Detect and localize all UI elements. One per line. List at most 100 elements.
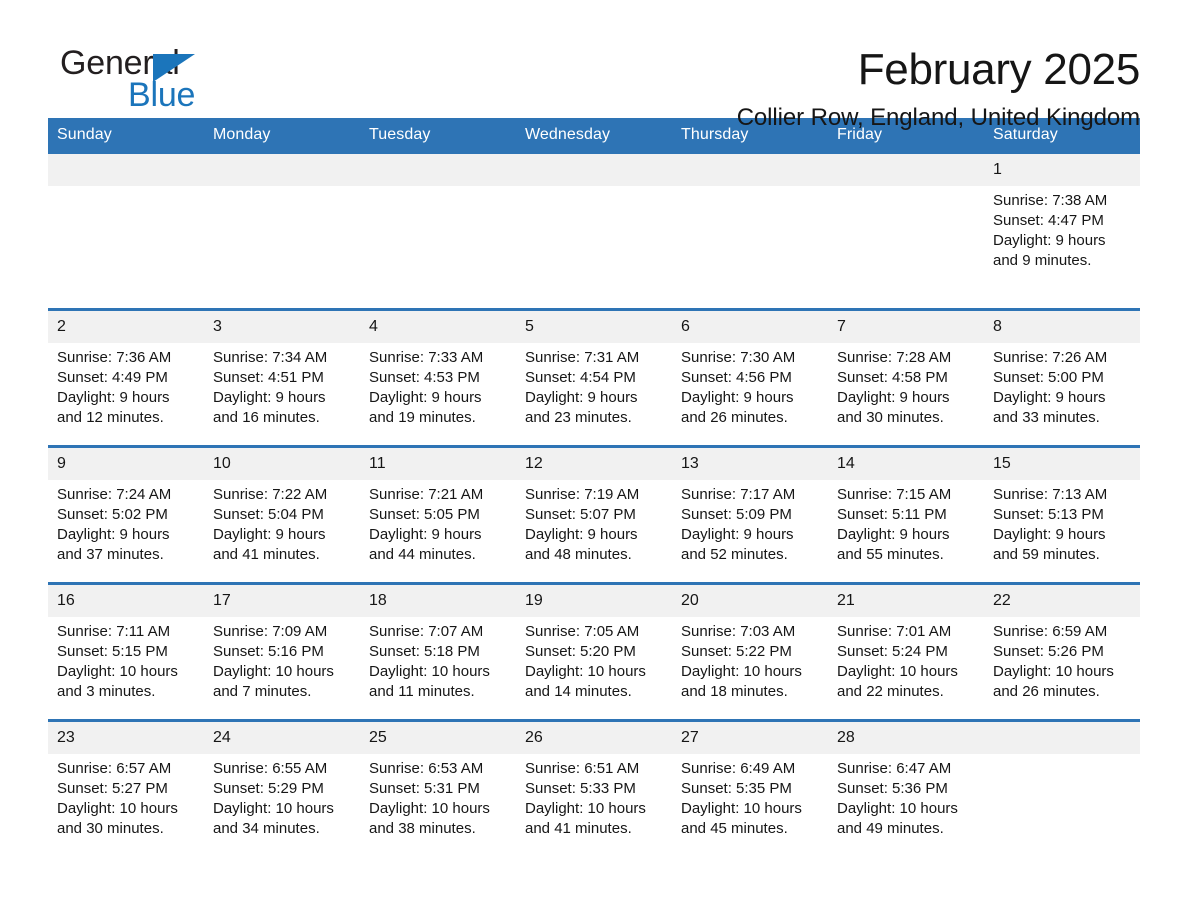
daylight-text-line2: and 18 minutes. [681,683,788,700]
sunset-text: Sunset: 5:13 PM [993,506,1104,523]
daylight-info: Sunrise: 7:15 AM Sunset: 5:11 PM Daylight:… [828,480,984,565]
day-number: 25 [360,722,516,754]
daylight-text-line2: and 23 minutes. [525,409,632,426]
title-block: February 2025 Collier Row, England, Unit… [737,44,1141,134]
calendar-day-cell[interactable]: 5 Sunrise: 7:31 AM Sunset: 4:54 PM Daylight… [516,308,672,447]
calendar-day-cell[interactable]: 21 Sunrise: 7:01 AM Sunset: 5:24 PM Dayligh… [828,582,984,721]
calendar-empty-cell [828,154,984,310]
day-cell-body: Sunrise: 7:33 AM Sunset: 4:53 PM Daylight:… [360,343,516,445]
calendar-day-cell[interactable]: 12 Sunrise: 7:19 AM Sunset: 5:07 PM Dayligh… [516,445,672,584]
day-number [828,154,984,186]
daylight-text-line2: and 34 minutes. [213,820,320,837]
calendar-day-cell[interactable]: 25 Sunrise: 6:53 AM Sunset: 5:31 PM Dayligh… [360,719,516,856]
daylight-text-line1: Daylight: 9 hours [681,526,794,543]
day-cell-body: Sunrise: 7:36 AM Sunset: 4:49 PM Daylight:… [48,343,204,445]
daylight-text-line1: Daylight: 9 hours [57,389,170,406]
sunrise-text: Sunrise: 6:53 AM [369,760,484,777]
daylight-text-line1: Daylight: 9 hours [681,389,794,406]
day-number [48,154,204,186]
calendar-day-cell[interactable]: 22 Sunrise: 6:59 AM Sunset: 5:26 PM Dayligh… [984,582,1140,721]
calendar-day-cell[interactable]: 24 Sunrise: 6:55 AM Sunset: 5:29 PM Dayligh… [204,719,360,856]
daylight-text-line2: and 44 minutes. [369,546,476,563]
sunset-text: Sunset: 5:18 PM [369,643,480,660]
calendar-day-cell[interactable]: 20 Sunrise: 7:03 AM Sunset: 5:22 PM Dayligh… [672,582,828,721]
calendar-week-row: 2 Sunrise: 7:36 AM Sunset: 4:49 PM Daylight… [48,308,1140,447]
sunrise-text: Sunrise: 7:33 AM [369,349,484,366]
calendar-day-cell[interactable]: 17 Sunrise: 7:09 AM Sunset: 5:16 PM Dayligh… [204,582,360,721]
day-cell-body [360,186,516,308]
day-number: 16 [48,585,204,617]
sunset-text: Sunset: 5:27 PM [57,780,168,797]
calendar-day-cell[interactable]: 8 Sunrise: 7:26 AM Sunset: 5:00 PM Daylight… [984,308,1140,447]
calendar-day-cell[interactable]: 16 Sunrise: 7:11 AM Sunset: 5:15 PM Dayligh… [48,582,204,721]
daylight-text-line1: Daylight: 10 hours [213,663,334,680]
daylight-text-line1: Daylight: 9 hours [993,232,1106,249]
day-cell-body: Sunrise: 7:01 AM Sunset: 5:24 PM Daylight:… [828,617,984,719]
calendar-day-cell[interactable]: 11 Sunrise: 7:21 AM Sunset: 5:05 PM Dayligh… [360,445,516,584]
day-cell-body: Sunrise: 7:26 AM Sunset: 5:00 PM Daylight:… [984,343,1140,445]
calendar-day-cell[interactable]: 26 Sunrise: 6:51 AM Sunset: 5:33 PM Dayligh… [516,719,672,856]
calendar-day-cell[interactable]: 14 Sunrise: 7:15 AM Sunset: 5:11 PM Dayligh… [828,445,984,584]
calendar-day-cell[interactable]: 19 Sunrise: 7:05 AM Sunset: 5:20 PM Dayligh… [516,582,672,721]
day-cell-body: Sunrise: 7:17 AM Sunset: 5:09 PM Daylight:… [672,480,828,582]
sunset-text: Sunset: 5:26 PM [993,643,1104,660]
daylight-text-line2: and 19 minutes. [369,409,476,426]
sunset-text: Sunset: 4:56 PM [681,369,792,386]
general-blue-logo[interactable]: General Blue [48,44,258,116]
calendar-day-cell[interactable]: 2 Sunrise: 7:36 AM Sunset: 4:49 PM Daylight… [48,308,204,447]
sunset-text: Sunset: 5:16 PM [213,643,324,660]
calendar-day-cell[interactable]: 4 Sunrise: 7:33 AM Sunset: 4:53 PM Daylight… [360,308,516,447]
daylight-text-line1: Daylight: 10 hours [837,663,958,680]
day-cell-body: Sunrise: 6:55 AM Sunset: 5:29 PM Daylight:… [204,754,360,856]
calendar-week-row: 1 Sunrise: 7:38 AM Sunset: 4:47 PM Daylight… [48,154,1140,310]
day-number: 6 [672,311,828,343]
day-number: 20 [672,585,828,617]
calendar-day-cell[interactable]: 10 Sunrise: 7:22 AM Sunset: 5:04 PM Dayligh… [204,445,360,584]
daylight-info: Sunrise: 6:55 AM Sunset: 5:29 PM Daylight:… [204,754,360,839]
day-number: 27 [672,722,828,754]
daylight-text-line2: and 48 minutes. [525,546,632,563]
daylight-text-line2: and 12 minutes. [57,409,164,426]
day-cell-body: Sunrise: 7:11 AM Sunset: 5:15 PM Daylight:… [48,617,204,719]
calendar-day-cell[interactable]: 6 Sunrise: 7:30 AM Sunset: 4:56 PM Daylight… [672,308,828,447]
daylight-info: Sunrise: 7:03 AM Sunset: 5:22 PM Daylight:… [672,617,828,702]
sunrise-text: Sunrise: 6:51 AM [525,760,640,777]
day-number: 21 [828,585,984,617]
calendar-page: General Blue February 2025 Collier Row, … [0,0,1188,918]
calendar-day-cell[interactable]: 3 Sunrise: 7:34 AM Sunset: 4:51 PM Daylight… [204,308,360,447]
calendar-day-cell[interactable]: 28 Sunrise: 6:47 AM Sunset: 5:36 PM Dayligh… [828,719,984,856]
sunrise-text: Sunrise: 6:57 AM [57,760,172,777]
calendar-day-cell[interactable]: 15 Sunrise: 7:13 AM Sunset: 5:13 PM Dayligh… [984,445,1140,584]
sunset-text: Sunset: 5:02 PM [57,506,168,523]
calendar-empty-cell [360,154,516,310]
daylight-info: Sunrise: 7:09 AM Sunset: 5:16 PM Daylight:… [204,617,360,702]
sunset-text: Sunset: 4:54 PM [525,369,636,386]
daylight-text-line1: Daylight: 9 hours [213,389,326,406]
calendar-day-cell[interactable]: 18 Sunrise: 7:07 AM Sunset: 5:18 PM Dayligh… [360,582,516,721]
sunrise-text: Sunrise: 7:09 AM [213,623,328,640]
daylight-info: Sunrise: 7:34 AM Sunset: 4:51 PM Daylight:… [204,343,360,428]
day-cell-body: Sunrise: 6:51 AM Sunset: 5:33 PM Daylight:… [516,754,672,856]
daylight-info: Sunrise: 7:24 AM Sunset: 5:02 PM Daylight:… [48,480,204,565]
calendar-day-cell[interactable]: 23 Sunrise: 6:57 AM Sunset: 5:27 PM Dayligh… [48,719,204,856]
calendar-day-cell[interactable]: 7 Sunrise: 7:28 AM Sunset: 4:58 PM Daylight… [828,308,984,447]
day-number: 10 [204,448,360,480]
calendar-day-cell[interactable]: 9 Sunrise: 7:24 AM Sunset: 5:02 PM Daylight… [48,445,204,584]
day-number: 12 [516,448,672,480]
calendar-day-cell[interactable]: 27 Sunrise: 6:49 AM Sunset: 5:35 PM Dayligh… [672,719,828,856]
daylight-text-line1: Daylight: 9 hours [525,526,638,543]
daylight-info: Sunrise: 7:30 AM Sunset: 4:56 PM Daylight:… [672,343,828,428]
sunset-text: Sunset: 4:53 PM [369,369,480,386]
calendar-empty-cell [204,154,360,310]
daylight-text-line2: and 41 minutes. [525,820,632,837]
daylight-text-line2: and 55 minutes. [837,546,944,563]
calendar-day-cell[interactable]: 1 Sunrise: 7:38 AM Sunset: 4:47 PM Daylight… [984,154,1140,310]
day-number: 24 [204,722,360,754]
daylight-text-line1: Daylight: 9 hours [369,526,482,543]
daylight-text-line2: and 38 minutes. [369,820,476,837]
daylight-text-line2: and 7 minutes. [213,683,312,700]
sunset-text: Sunset: 4:51 PM [213,369,324,386]
calendar-day-cell[interactable]: 13 Sunrise: 7:17 AM Sunset: 5:09 PM Dayligh… [672,445,828,584]
sunset-text: Sunset: 4:49 PM [57,369,168,386]
daylight-info: Sunrise: 6:49 AM Sunset: 5:35 PM Daylight:… [672,754,828,839]
